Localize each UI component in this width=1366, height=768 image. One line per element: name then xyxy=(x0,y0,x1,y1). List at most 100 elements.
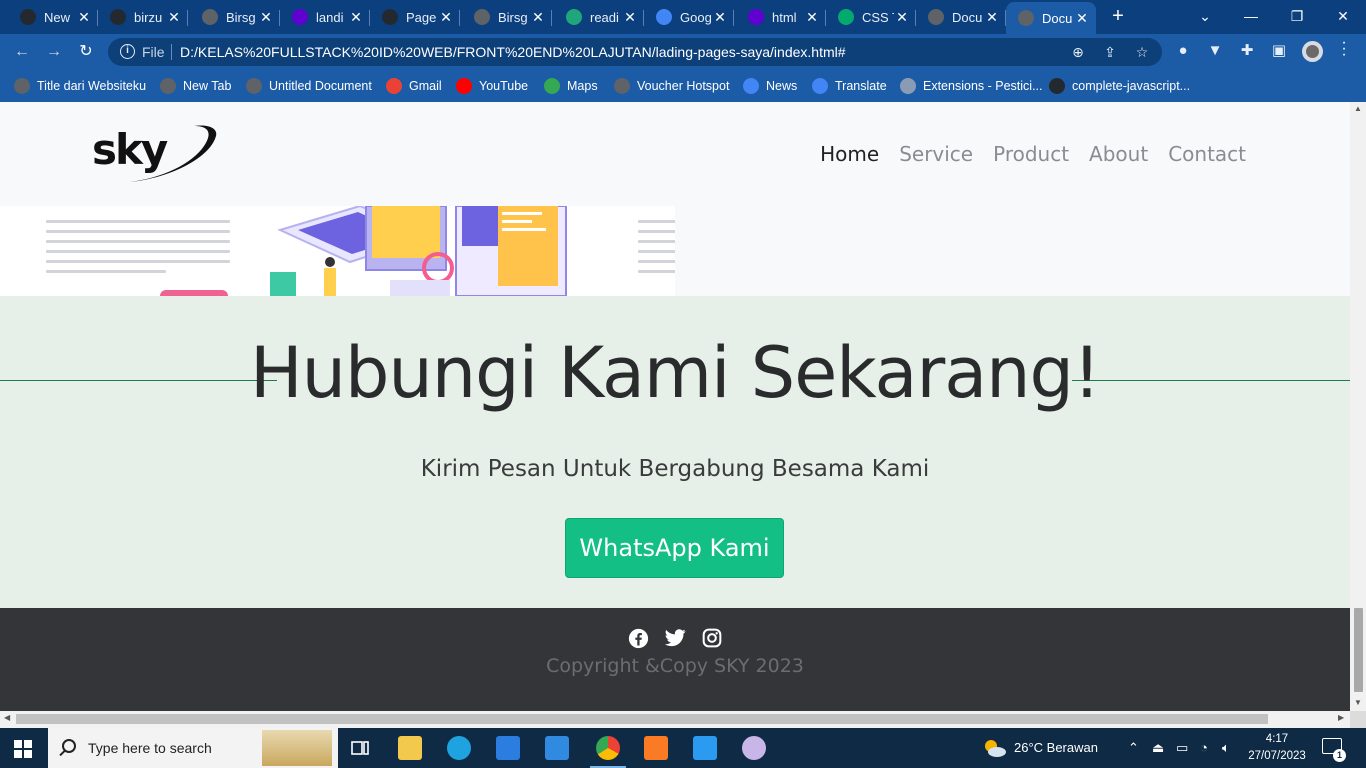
github-icon xyxy=(20,9,36,25)
bookmark-item[interactable]: complete-javascript... xyxy=(1049,77,1190,95)
close-tab-icon[interactable]: ✕ xyxy=(530,9,546,26)
instagram-icon[interactable] xyxy=(700,626,724,650)
tab-11[interactable]: Docu ✕ xyxy=(916,2,1006,32)
bookmark-item[interactable]: Voucher Hotspot xyxy=(614,77,729,95)
tab-12[interactable]: Docu ✕ xyxy=(1006,2,1096,34)
vue-devtools-icon[interactable]: ▼ xyxy=(1206,42,1224,60)
minimize-icon[interactable]: — xyxy=(1228,0,1274,32)
nav-link-about[interactable]: About xyxy=(1089,142,1148,166)
nav-link-service[interactable]: Service xyxy=(899,142,973,166)
bookmark-star-icon[interactable]: ☆ xyxy=(1134,44,1150,60)
bookmark-item[interactable]: Gmail xyxy=(386,77,442,95)
close-tab-icon[interactable]: ✕ xyxy=(348,9,364,26)
tab-label: CSS T xyxy=(862,9,894,25)
close-tab-icon[interactable]: ✕ xyxy=(984,9,1000,26)
back-icon[interactable]: ← xyxy=(12,42,32,62)
bookmark-item[interactable]: Extensions - Pestici... xyxy=(900,77,1043,95)
tab-5[interactable]: Page ✕ xyxy=(370,2,460,32)
tab-10[interactable]: CSS T✕ xyxy=(826,2,916,32)
paint-icon[interactable] xyxy=(742,736,766,760)
close-tab-icon[interactable]: ✕ xyxy=(1074,10,1090,27)
bookmark-item[interactable]: Title dari Websiteku xyxy=(14,77,146,95)
show-hidden-icons-icon[interactable]: ⌃ xyxy=(1128,740,1139,756)
bookmark-item[interactable]: YouTube xyxy=(456,77,528,95)
url-input[interactable]: i File D:/KELAS%20FULLSTACK%20ID%20WEB/F… xyxy=(108,38,1162,66)
zoom-icon[interactable]: ⊕ xyxy=(1070,44,1086,60)
windows-start-icon[interactable] xyxy=(14,740,32,758)
site-footer: Copyright &Copy SKY 2023 xyxy=(0,608,1350,711)
whatsapp-button[interactable]: WhatsApp Kami xyxy=(565,518,784,578)
task-view-icon[interactable] xyxy=(348,736,372,760)
profile-avatar[interactable] xyxy=(1302,41,1323,62)
tab-2[interactable]: birzu ✕ xyxy=(98,2,188,32)
bookmark-item[interactable]: News xyxy=(743,77,797,95)
forward-icon[interactable]: → xyxy=(44,42,64,62)
nav-link-contact[interactable]: Contact xyxy=(1168,142,1246,166)
tab-7[interactable]: readi ✕ xyxy=(554,2,644,32)
sky-logo[interactable]: sky xyxy=(90,120,220,190)
battery-icon[interactable]: ▭ xyxy=(1176,740,1188,756)
close-tab-icon[interactable]: ✕ xyxy=(438,9,454,26)
tab-separator xyxy=(733,10,734,26)
scroll-right-icon[interactable]: ▶ xyxy=(1338,713,1344,722)
close-tab-icon[interactable]: ✕ xyxy=(804,9,820,26)
facebook-icon[interactable] xyxy=(626,626,650,650)
taskbar-search-input[interactable]: Type here to search xyxy=(48,728,338,768)
file-explorer-icon[interactable] xyxy=(398,736,422,760)
yahoo-icon xyxy=(292,9,308,25)
weather-icon[interactable] xyxy=(982,737,1008,759)
nav-link-home[interactable]: Home xyxy=(820,142,879,166)
scroll-down-icon[interactable]: ▼ xyxy=(1350,698,1366,707)
mail-icon[interactable] xyxy=(545,736,569,760)
close-tab-icon[interactable]: ✕ xyxy=(76,9,92,26)
close-tab-icon[interactable]: ✕ xyxy=(166,9,182,26)
search-highlight-image[interactable] xyxy=(262,730,332,766)
close-tab-icon[interactable]: ✕ xyxy=(622,9,638,26)
bookmark-item[interactable]: Untitled Document xyxy=(246,77,372,95)
new-tab-button[interactable]: + xyxy=(1106,6,1130,28)
xampp-icon[interactable] xyxy=(644,736,668,760)
tab-3[interactable]: Birsg ✕ xyxy=(190,2,280,32)
close-tab-icon[interactable]: ✕ xyxy=(258,9,274,26)
tab-6[interactable]: Birsg ✕ xyxy=(462,2,552,32)
tab-8[interactable]: Goog ✕ xyxy=(644,2,734,32)
bookmark-item[interactable]: Maps xyxy=(544,77,598,95)
horizontal-scroll-thumb[interactable] xyxy=(16,714,1268,724)
tab-1[interactable]: New ✕ xyxy=(8,2,98,32)
bookmark-item[interactable]: Translate xyxy=(812,77,887,95)
nav-link-product[interactable]: Product xyxy=(993,142,1069,166)
close-window-icon[interactable]: ✕ xyxy=(1320,0,1366,32)
edge-icon[interactable] xyxy=(447,736,471,760)
twitter-icon[interactable] xyxy=(663,626,687,650)
bookmarks-bar: Title dari Websiteku New Tab Untitled Docu… xyxy=(0,70,1366,102)
clock[interactable]: 4:17 27/07/2023 xyxy=(1246,731,1308,765)
reload-icon[interactable]: ↻ xyxy=(76,42,96,62)
extensions-puzzle-icon[interactable]: ✚ xyxy=(1238,42,1256,60)
scroll-left-icon[interactable]: ◀ xyxy=(4,713,10,722)
wifi-icon[interactable]: ◔ xyxy=(1200,740,1208,755)
tab-4[interactable]: landi ✕ xyxy=(280,2,370,32)
close-tab-icon[interactable]: ✕ xyxy=(712,9,728,26)
vertical-scrollbar[interactable]: ▲ ▼ xyxy=(1350,102,1366,711)
site-info-icon[interactable]: i xyxy=(120,44,135,59)
restore-icon[interactable]: ❐ xyxy=(1274,0,1320,32)
tab-9[interactable]: html ✕ xyxy=(736,2,826,32)
vscode-icon[interactable] xyxy=(693,736,717,760)
tab-search-icon[interactable]: ⌄ xyxy=(1182,0,1228,32)
device-icon[interactable]: ⏏ xyxy=(1152,740,1164,756)
horizontal-scrollbar[interactable]: ◀ ▶ xyxy=(0,711,1350,728)
tab-label: Goog xyxy=(680,9,712,25)
close-tab-icon[interactable]: ✕ xyxy=(894,9,910,26)
weather-text[interactable]: 26°C Berawan xyxy=(1014,740,1098,755)
menu-icon[interactable]: · · · xyxy=(1340,35,1348,63)
extension-bulb-icon[interactable]: ● xyxy=(1174,42,1192,60)
vertical-scroll-thumb[interactable] xyxy=(1354,608,1363,692)
store-icon[interactable] xyxy=(496,736,520,760)
share-icon[interactable]: ⇪ xyxy=(1102,44,1118,60)
scroll-up-icon[interactable]: ▲ xyxy=(1350,104,1366,113)
chrome-icon[interactable] xyxy=(590,736,626,768)
volume-icon[interactable]: 🔈︎ xyxy=(1222,740,1230,756)
url-text[interactable]: D:/KELAS%20FULLSTACK%20ID%20WEB/FRONT%20… xyxy=(180,44,846,60)
side-panel-icon[interactable]: ▣ xyxy=(1270,42,1288,60)
bookmark-item[interactable]: New Tab xyxy=(160,77,231,95)
